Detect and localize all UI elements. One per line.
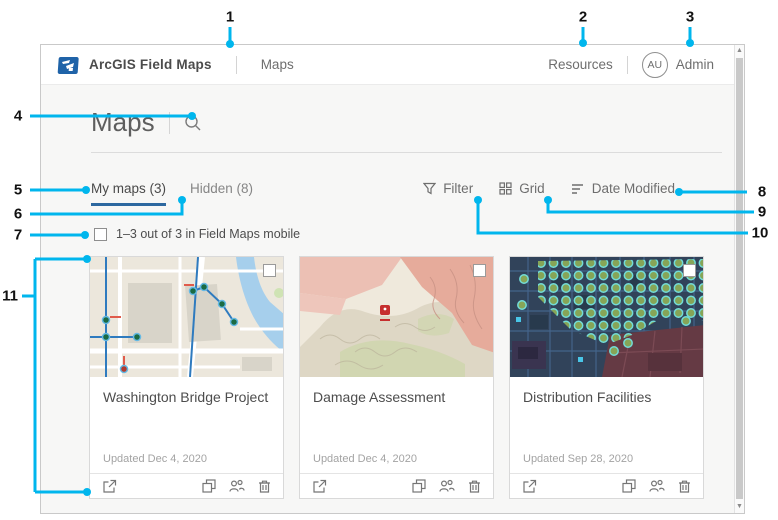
select-all-checkbox[interactable] <box>94 228 107 241</box>
share-icon[interactable] <box>439 479 455 493</box>
grid-icon <box>499 182 512 195</box>
sort-icon <box>571 183 585 195</box>
scrollbar-thumb[interactable] <box>736 58 743 499</box>
divider <box>169 112 170 134</box>
map-card-list: Washington Bridge Project Updated Dec 4,… <box>89 256 704 499</box>
card-checkbox[interactable] <box>263 264 276 277</box>
top-navbar: ArcGIS Field Maps Maps Resources AU Admi… <box>41 45 744 85</box>
share-icon[interactable] <box>229 479 245 493</box>
map-thumbnail <box>300 257 493 377</box>
duplicate-icon[interactable] <box>202 479 216 493</box>
delete-icon[interactable] <box>678 479 691 493</box>
divider <box>91 152 722 153</box>
divider <box>627 56 628 74</box>
card-updated-date: Updated Dec 4, 2020 <box>103 453 207 465</box>
search-icon[interactable] <box>184 114 202 132</box>
duplicate-icon[interactable] <box>622 479 636 493</box>
map-card-distribution-facilities[interactable]: Distribution Facilities Updated Sep 28, … <box>509 256 704 499</box>
share-icon[interactable] <box>649 479 665 493</box>
card-title: Damage Assessment <box>313 389 480 405</box>
callout-5: 5 <box>14 182 22 199</box>
app-window: ArcGIS Field Maps Maps Resources AU Admi… <box>40 44 745 514</box>
callout-9: 9 <box>758 204 766 221</box>
callout-1: 1 <box>226 9 234 26</box>
card-checkbox[interactable] <box>683 264 696 277</box>
callout-6: 6 <box>14 206 22 223</box>
open-map-icon[interactable] <box>312 479 327 494</box>
open-map-icon[interactable] <box>102 479 117 494</box>
map-thumbnail <box>510 257 703 377</box>
tab-my-maps[interactable]: My maps (3) <box>91 181 166 206</box>
divider <box>236 56 237 74</box>
card-footer <box>90 473 283 498</box>
callout-4: 4 <box>14 108 22 125</box>
nav-item-admin[interactable]: Admin <box>676 57 714 72</box>
nav-item-resources[interactable]: Resources <box>548 57 613 72</box>
callout-2: 2 <box>579 9 587 26</box>
filter-icon <box>423 182 436 195</box>
callout-8: 8 <box>758 184 766 201</box>
card-updated-date: Updated Sep 28, 2020 <box>523 453 633 465</box>
callout-11: 11 <box>2 288 18 305</box>
map-card-washington-bridge[interactable]: Washington Bridge Project Updated Dec 4,… <box>89 256 284 499</box>
selection-count-label: 1–3 out of 3 in Field Maps mobile <box>116 227 300 241</box>
callout-10: 10 <box>752 225 769 242</box>
card-title: Washington Bridge Project <box>103 389 270 405</box>
card-checkbox[interactable] <box>473 264 486 277</box>
map-thumbnail <box>90 257 283 377</box>
sort-date-modified-button[interactable]: Date Modified <box>571 181 675 196</box>
list-controls: Filter Grid Date Modified <box>423 181 675 196</box>
tab-hidden[interactable]: Hidden (8) <box>190 181 253 206</box>
duplicate-icon[interactable] <box>412 479 426 493</box>
delete-icon[interactable] <box>468 479 481 493</box>
open-map-icon[interactable] <box>522 479 537 494</box>
delete-icon[interactable] <box>258 479 271 493</box>
user-avatar[interactable]: AU <box>642 52 668 78</box>
scroll-up-icon[interactable]: ▲ <box>735 45 744 57</box>
callout-7: 7 <box>14 227 22 244</box>
card-title: Distribution Facilities <box>523 389 690 405</box>
window-scrollbar[interactable]: ▲ ▼ <box>734 45 744 513</box>
arcgis-logo-icon <box>57 54 79 76</box>
callout-3: 3 <box>686 9 694 26</box>
page: ArcGIS Field Maps Maps Resources AU Admi… <box>0 0 778 520</box>
grid-view-button[interactable]: Grid <box>499 181 545 196</box>
card-footer <box>300 473 493 498</box>
card-updated-date: Updated Dec 4, 2020 <box>313 453 417 465</box>
page-title: Maps <box>91 107 155 138</box>
filter-button[interactable]: Filter <box>423 181 473 196</box>
tab-bar: My maps (3) Hidden (8) <box>91 181 253 206</box>
scroll-down-icon[interactable]: ▼ <box>735 501 744 513</box>
card-footer <box>510 473 703 498</box>
nav-item-maps[interactable]: Maps <box>261 57 294 72</box>
map-card-damage-assessment[interactable]: Damage Assessment Updated Dec 4, 2020 <box>299 256 494 499</box>
app-title: ArcGIS Field Maps <box>89 57 212 72</box>
